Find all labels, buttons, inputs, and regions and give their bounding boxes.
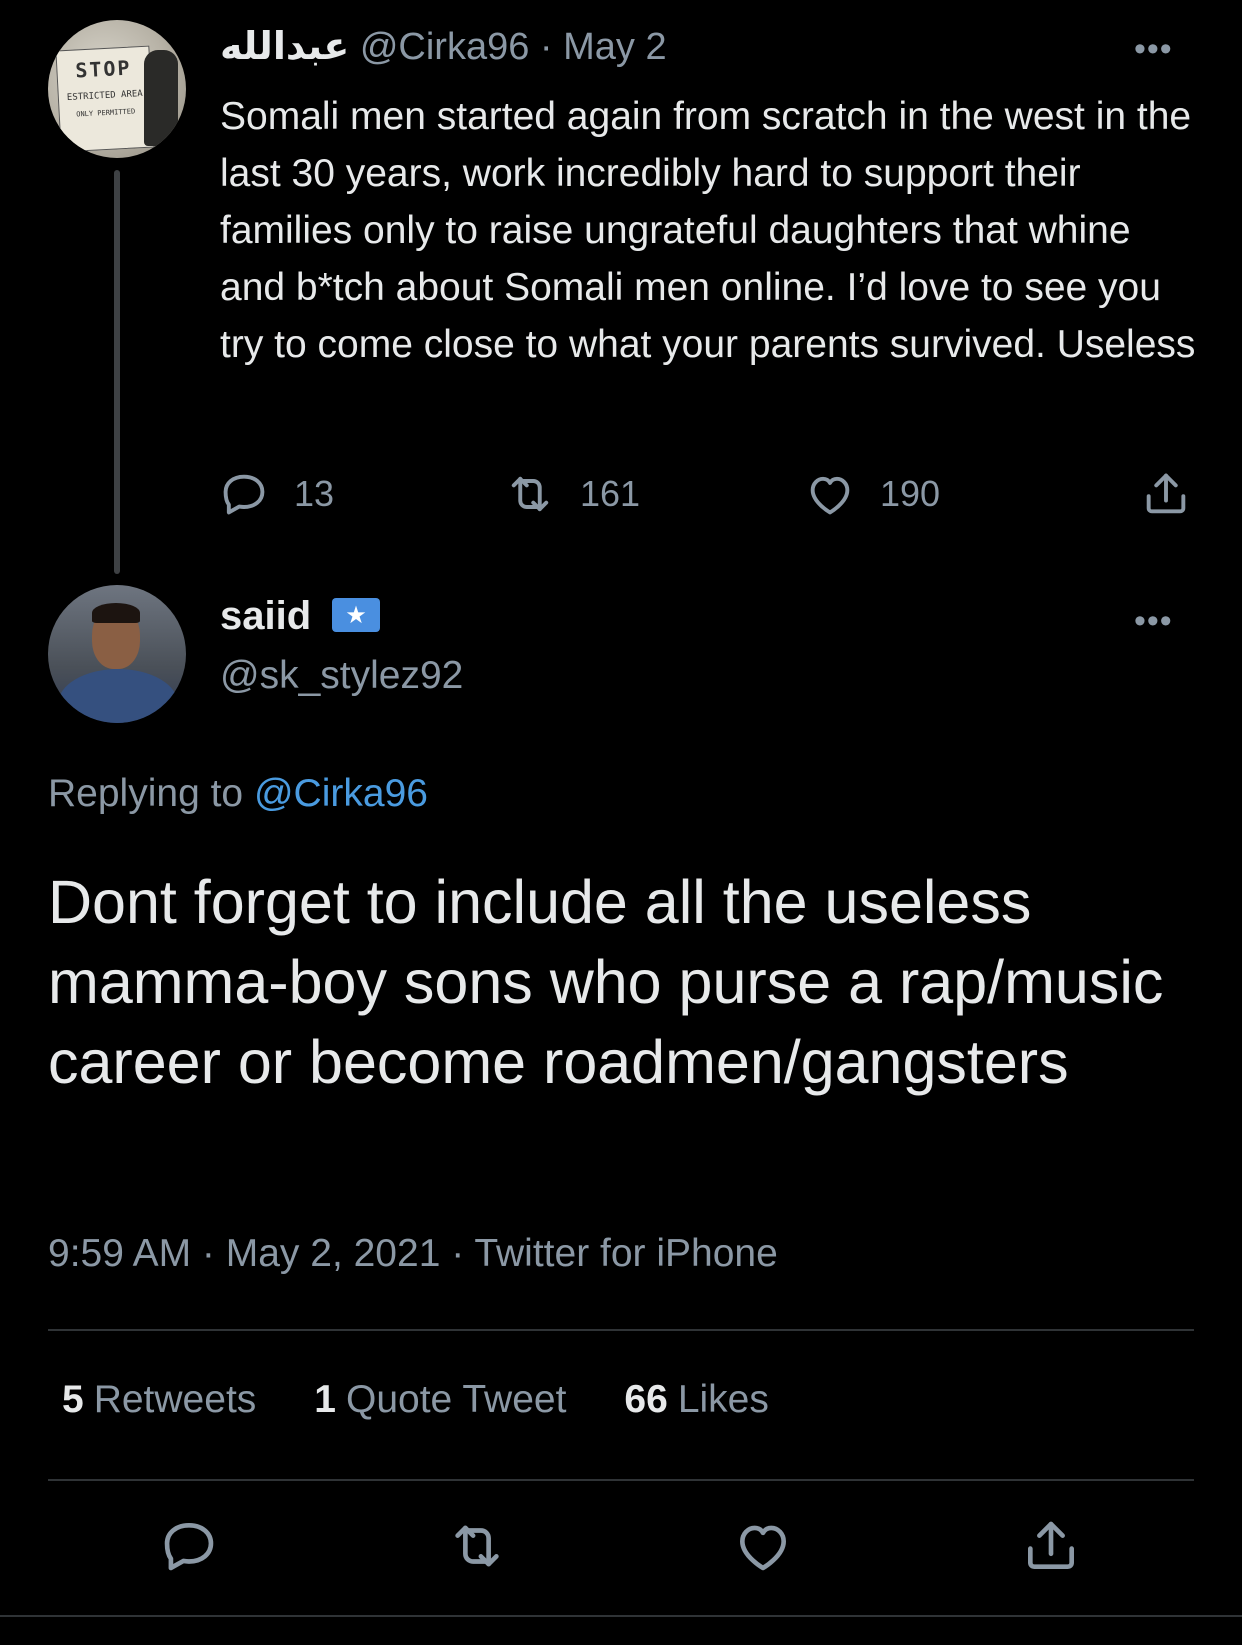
avatar-sign-middle: ESTRICTED AREA <box>66 89 143 103</box>
avatar[interactable]: STOP ESTRICTED AREA ONLY PERMITTED <box>48 20 186 158</box>
divider <box>0 1615 1242 1617</box>
tweet-date[interactable]: May 2 <box>563 26 666 68</box>
avatar-sign-bottom: ONLY PERMITTED <box>76 107 136 119</box>
reply-icon <box>164 1523 214 1571</box>
likes-label: Likes <box>677 1378 769 1421</box>
avatar-hair <box>92 603 140 623</box>
reply-icon <box>223 474 265 515</box>
display-name[interactable]: عبدالله <box>220 24 349 68</box>
quotes-label: Quote Tweet <box>345 1378 567 1421</box>
somalia-flag-icon: ★ <box>332 598 380 632</box>
like-icon <box>740 1525 786 1571</box>
like-count: 190 <box>880 473 941 514</box>
avatar-figure <box>144 50 178 146</box>
retweet-action[interactable]: 161 <box>504 466 640 522</box>
avatar[interactable] <box>48 585 186 723</box>
tweet-header: عبدالله @Cirka96 · May 2 <box>220 24 667 69</box>
tweet-text: Somali men started again from scratch in… <box>220 95 1196 366</box>
divider <box>48 1329 1194 1331</box>
replying-to: Replying to @Cirka96 <box>48 772 428 816</box>
display-name[interactable]: saiid <box>220 594 311 639</box>
retweet-button[interactable] <box>446 1518 508 1574</box>
quote-tweets-stat[interactable]: 1 Quote Tweet <box>314 1378 566 1422</box>
tweet-timestamp[interactable]: 9:59 AM · May 2, 2021 · Twitter for iPho… <box>48 1232 778 1276</box>
like-icon <box>810 476 850 515</box>
retweet-icon <box>455 1525 499 1567</box>
share-icon <box>1146 473 1186 514</box>
handle[interactable]: @sk_stylez92 <box>220 654 463 698</box>
share-icon <box>1028 1521 1074 1569</box>
quotes-count: 1 <box>314 1378 336 1421</box>
avatar-sign-top: STOP <box>74 55 133 83</box>
retweets-count: 5 <box>62 1378 84 1421</box>
handle[interactable]: @Cirka96 <box>360 26 530 68</box>
reply-button[interactable] <box>158 1518 220 1574</box>
replying-to-link[interactable]: @Cirka96 <box>254 772 428 815</box>
retweets-stat[interactable]: 5 Retweets <box>62 1378 256 1422</box>
thread-connector <box>114 170 120 574</box>
share-button[interactable] <box>1020 1518 1082 1574</box>
divider <box>48 1479 1194 1481</box>
tweet-text: Dont forget to include all the useless m… <box>48 868 1164 1096</box>
like-action[interactable]: 190 <box>804 466 940 522</box>
avatar-sign-image: STOP ESTRICTED AREA ONLY PERMITTED <box>55 45 155 153</box>
more-options-icon[interactable]: ••• <box>1134 30 1173 69</box>
replying-prefix: Replying to <box>48 772 244 815</box>
engagement-stats: 5 Retweets 1 Quote Tweet 66 Likes <box>62 1378 769 1422</box>
retweet-icon <box>511 476 549 512</box>
retweets-label: Retweets <box>93 1378 257 1421</box>
more-options-icon[interactable]: ••• <box>1134 602 1173 641</box>
separator-dot: · <box>539 26 553 68</box>
like-button[interactable] <box>732 1518 794 1574</box>
reply-count: 13 <box>294 473 335 514</box>
likes-stat[interactable]: 66 Likes <box>624 1378 768 1422</box>
retweet-count: 161 <box>580 473 641 514</box>
share-action[interactable] <box>1140 466 1192 522</box>
avatar-shirt <box>58 669 178 723</box>
likes-count: 66 <box>624 1378 668 1421</box>
reply-action[interactable]: 13 <box>218 466 334 522</box>
